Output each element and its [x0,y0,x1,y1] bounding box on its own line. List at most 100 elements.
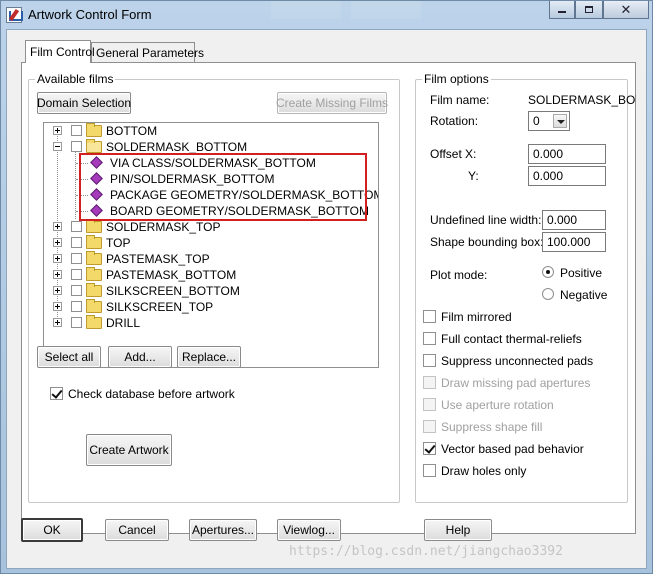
folder-icon [86,267,102,281]
restore-button[interactable] [575,1,603,19]
plot-mode-positive-label: Positive [560,266,603,280]
close-button[interactable]: ✕ [603,1,649,19]
viewlog-button[interactable]: Viewlog... [277,519,341,541]
plot-mode-negative-radio[interactable] [542,288,554,300]
film-mirrored-checkbox[interactable] [423,310,436,323]
tree-item-label: DRILL [106,316,141,330]
draw-missing-pad-apertures-label: Draw missing pad apertures [441,376,591,390]
full-contact-thermal-reliefs-label: Full contact thermal-reliefs [441,332,582,346]
tree-checkbox[interactable] [71,221,82,232]
folder-icon [86,123,102,137]
tree-checkbox[interactable] [71,237,82,248]
tree-item-bottom[interactable]: BOTTOM [44,123,374,139]
expand-icon[interactable] [53,126,62,135]
title-bar[interactable]: Artwork Control Form ✕ [1,1,652,28]
close-icon: ✕ [620,1,632,17]
tree-item-soldermask-top[interactable]: SOLDERMASK_TOP [44,219,374,235]
tree-item-top[interactable]: TOP [44,235,374,251]
tree-checkbox[interactable] [71,125,82,136]
tree-item-label: BOTTOM [106,124,158,138]
minimize-button[interactable] [549,1,575,19]
tab-label: Film Control [30,45,95,59]
collapse-icon[interactable] [53,142,62,151]
tree-item-label: TOP [106,236,131,250]
vector-based-pad-behavior-label: Vector based pad behavior [441,442,584,456]
check-database-checkbox[interactable] [50,387,63,400]
expand-icon[interactable] [53,302,62,311]
folder-icon [86,251,102,265]
chevron-down-icon[interactable] [553,114,567,128]
tree-item-silkscreen-top[interactable]: SILKSCREEN_TOP [44,299,374,315]
tree-item-pastemask-top[interactable]: PASTEMASK_TOP [44,251,374,267]
rotation-value: 0 [533,114,540,128]
undefined-line-width-label: Undefined line width: [430,213,542,227]
apertures-button[interactable]: Apertures... [189,519,257,541]
create-artwork-button[interactable]: Create Artwork [86,434,172,466]
folder-icon [86,283,102,297]
domain-selection-button[interactable]: Domain Selection [37,92,131,114]
films-tree[interactable]: BOTTOM SOLDERMASK_BOTTOM VIA CLASS/SOLDE… [43,122,379,368]
add-button[interactable]: Add... [108,346,172,368]
background-window-ghost [271,1,341,19]
tree-checkbox[interactable] [71,301,82,312]
draw-holes-only-label: Draw holes only [441,464,527,478]
open-folder-icon [86,139,102,153]
offset-y-label: Y: [468,169,479,183]
film-options-label: Film options [422,72,491,86]
tree-item-label: SOLDERMASK_TOP [106,220,221,234]
use-aperture-rotation-checkbox[interactable] [423,398,436,411]
dialog-client-area: Film Control General Parameters Availabl… [6,29,647,569]
offset-y-input[interactable]: 0.000 [528,166,606,186]
available-films-label: Available films [35,72,116,86]
create-missing-films-button[interactable]: Create Missing Films [276,92,388,114]
draw-holes-only-checkbox[interactable] [423,464,436,477]
folder-icon [86,299,102,313]
folder-icon [86,235,102,249]
expand-icon[interactable] [53,318,62,327]
vector-based-pad-behavior-checkbox[interactable] [423,442,436,455]
expand-icon[interactable] [53,286,62,295]
expand-icon[interactable] [53,238,62,247]
tab-label: General Parameters [96,46,205,60]
rotation-select[interactable]: 0 [528,111,570,131]
tree-checkbox[interactable] [71,141,82,152]
rotation-label: Rotation: [430,114,479,128]
undefined-line-width-input[interactable]: 0.000 [542,210,606,230]
expand-icon[interactable] [53,270,62,279]
tree-checkbox[interactable] [71,269,82,280]
background-window-ghost [351,1,421,19]
plot-mode-negative-label: Negative [560,288,608,302]
replace-button[interactable]: Replace... [177,346,241,368]
tree-checkbox[interactable] [71,253,82,264]
select-all-button[interactable]: Select all [37,346,101,368]
expand-icon[interactable] [53,254,62,263]
film-name-value: SOLDERMASK_BOTT [528,93,636,107]
tree-item-label: PASTEMASK_BOTTOM [106,268,237,282]
tree-checkbox[interactable] [71,285,82,296]
tree-checkbox[interactable] [71,317,82,328]
tree-item-label: SILKSCREEN_TOP [106,300,214,314]
folder-icon [86,315,102,329]
expand-icon[interactable] [53,222,62,231]
tree-item-pastemask-bottom[interactable]: PASTEMASK_BOTTOM [44,267,374,283]
suppress-shape-fill-checkbox[interactable] [423,420,436,433]
draw-missing-pad-apertures-checkbox[interactable] [423,376,436,389]
suppress-unconnected-pads-label: Suppress unconnected pads [441,354,594,368]
suppress-unconnected-pads-checkbox[interactable] [423,354,436,367]
help-button[interactable]: Help [424,519,492,541]
tree-item-silkscreen-bottom[interactable]: SILKSCREEN_BOTTOM [44,283,374,299]
tree-item-label: SOLDERMASK_BOTTOM [106,140,248,154]
plot-mode-positive-radio[interactable] [542,266,554,278]
tab-film-control[interactable]: Film Control [25,40,95,63]
restore-icon [585,6,593,13]
full-contact-thermal-reliefs-checkbox[interactable] [423,332,436,345]
shape-bounding-box-label: Shape bounding box: [430,235,544,249]
tab-general-parameters[interactable]: General Parameters [91,42,204,62]
cancel-button[interactable]: Cancel [105,519,169,541]
ok-button[interactable]: OK [21,518,83,542]
tree-item-drill[interactable]: DRILL [44,315,374,331]
offset-x-input[interactable]: 0.000 [528,144,606,164]
minimize-icon [558,10,566,13]
tree-item-label: PASTEMASK_TOP [106,252,210,266]
shape-bounding-box-input[interactable]: 100.000 [542,232,606,252]
